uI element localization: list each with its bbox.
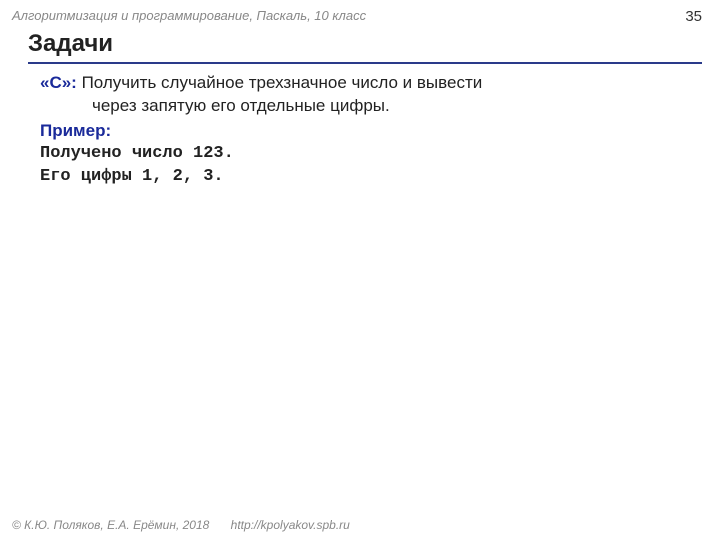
footer-url: http://kpolyakov.spb.ru: [231, 518, 350, 532]
copyright: © К.Ю. Поляков, Е.А. Ерёмин, 2018: [12, 518, 209, 532]
page-title: Задачи: [28, 30, 702, 64]
task-text-1: Получить случайное трехзначное число и в…: [77, 73, 482, 92]
task-label-c: «C»:: [40, 73, 77, 92]
task-text-2: через запятую его отдельные цифры.: [40, 95, 690, 118]
example-output-1: Получено число 123.: [40, 143, 690, 166]
example-output-2: Его цифры 1, 2, 3.: [40, 166, 690, 189]
footer: © К.Ю. Поляков, Е.А. Ерёмин, 2018 http:/…: [12, 518, 350, 532]
example-label: Пример:: [40, 120, 690, 143]
task-line-1: «C»: Получить случайное трехзначное числ…: [40, 72, 690, 95]
breadcrumb: Алгоритмизация и программирование, Паска…: [12, 8, 366, 23]
page-number: 35: [685, 8, 702, 25]
content-block: «C»: Получить случайное трехзначное числ…: [40, 72, 690, 189]
